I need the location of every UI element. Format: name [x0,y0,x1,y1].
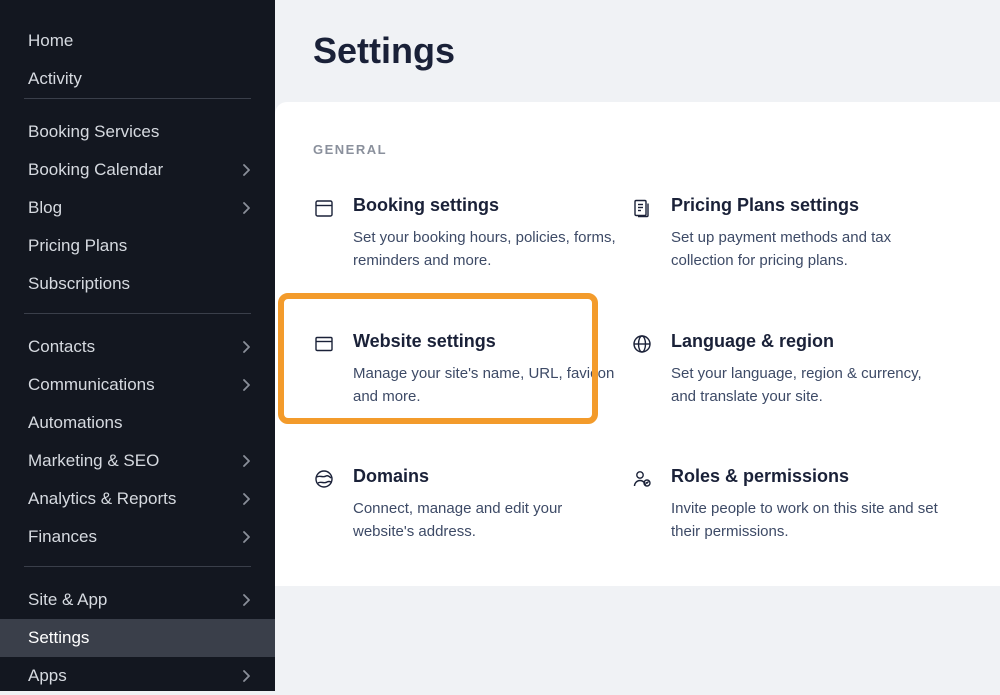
sidebar-item-analytics-reports[interactable]: Analytics & Reports [0,480,275,518]
sidebar-item-label: Apps [28,666,67,686]
sidebar-item-settings[interactable]: Settings [0,619,275,657]
window-icon [313,333,335,355]
tile-title: Roles & permissions [671,466,941,487]
page-title: Settings [275,0,1000,102]
sidebar-item-label: Contacts [28,337,95,357]
tile-desc: Manage your site's name, URL, favicon an… [353,362,623,409]
sidebar-item-label: Pricing Plans [28,236,127,256]
tile-title: Booking settings [353,195,623,216]
chevron-right-icon [243,202,251,214]
sidebar-item-label: Finances [28,527,97,547]
sidebar-item-communications[interactable]: Communications [0,366,275,404]
sidebar-item-automations[interactable]: Automations [0,404,275,442]
clipboard-icon [631,197,653,219]
sidebar-divider [24,313,251,314]
sidebar-item-marketing-seo[interactable]: Marketing & SEO [0,442,275,480]
general-section-label: GENERAL [313,142,1000,157]
sidebar-item-label: Analytics & Reports [28,489,176,509]
chevron-right-icon [243,341,251,353]
chevron-right-icon [243,594,251,606]
tile-title: Pricing Plans settings [671,195,941,216]
main-content: Settings GENERAL Booking settings Set yo… [275,0,1000,691]
sidebar-item-blog[interactable]: Blog [0,189,275,227]
tile-language-region[interactable]: Language & region Set your language, reg… [631,329,941,411]
sidebar-item-label: Booking Services [28,122,159,142]
sidebar-item-label: Settings [28,628,89,648]
calendar-icon [313,197,335,219]
tile-desc: Set up payment methods and tax collectio… [671,226,941,273]
chevron-right-icon [243,164,251,176]
tile-desc: Invite people to work on this site and s… [671,497,941,544]
sidebar-item-site-app[interactable]: Site & App [0,581,275,619]
chevron-right-icon [243,670,251,682]
tile-desc: Set your booking hours, policies, forms,… [353,226,623,273]
tile-desc: Set your language, region & currency, an… [671,362,941,409]
sidebar-item-label: Booking Calendar [28,160,163,180]
settings-grid: Booking settings Set your booking hours,… [313,193,1000,546]
tile-roles-permissions[interactable]: Roles & permissions Invite people to wor… [631,464,941,546]
sidebar-item-home[interactable]: Home [0,22,275,60]
chevron-right-icon [243,455,251,467]
tile-website-settings[interactable]: Website settings Manage your site's name… [313,329,623,411]
tile-pricing-plans-settings[interactable]: Pricing Plans settings Set up payment me… [631,193,941,275]
tile-title: Domains [353,466,623,487]
tile-booking-settings[interactable]: Booking settings Set your booking hours,… [313,193,623,275]
roles-icon [631,468,653,490]
sidebar-item-booking-calendar[interactable]: Booking Calendar [0,151,275,189]
tile-desc: Connect, manage and edit your website's … [353,497,623,544]
chevron-right-icon [243,493,251,505]
sidebar-item-label: Communications [28,375,155,395]
sidebar-divider [24,98,251,99]
sidebar: Home Activity Booking Services Booking C… [0,0,275,691]
tile-title: Website settings [353,331,623,352]
sidebar-item-label: Activity [28,69,82,89]
tile-domains[interactable]: Domains Connect, manage and edit your we… [313,464,623,546]
sidebar-item-booking-services[interactable]: Booking Services [0,113,275,151]
sidebar-item-subscriptions[interactable]: Subscriptions [0,265,275,303]
tile-title: Language & region [671,331,941,352]
sidebar-item-label: Blog [28,198,62,218]
chevron-right-icon [243,379,251,391]
sidebar-item-label: Marketing & SEO [28,451,159,471]
sidebar-item-label: Home [28,31,73,51]
chevron-right-icon [243,531,251,543]
globe-icon [631,333,653,355]
sidebar-item-contacts[interactable]: Contacts [0,328,275,366]
sidebar-item-label: Subscriptions [28,274,130,294]
sidebar-item-label: Automations [28,413,123,433]
sidebar-divider [24,566,251,567]
sidebar-item-finances[interactable]: Finances [0,518,275,556]
domain-globe-icon [313,468,335,490]
settings-card: GENERAL Booking settings Set your bookin… [275,102,1000,586]
sidebar-item-activity[interactable]: Activity [0,60,275,98]
sidebar-item-pricing-plans[interactable]: Pricing Plans [0,227,275,265]
sidebar-item-apps[interactable]: Apps [0,657,275,695]
sidebar-item-label: Site & App [28,590,107,610]
